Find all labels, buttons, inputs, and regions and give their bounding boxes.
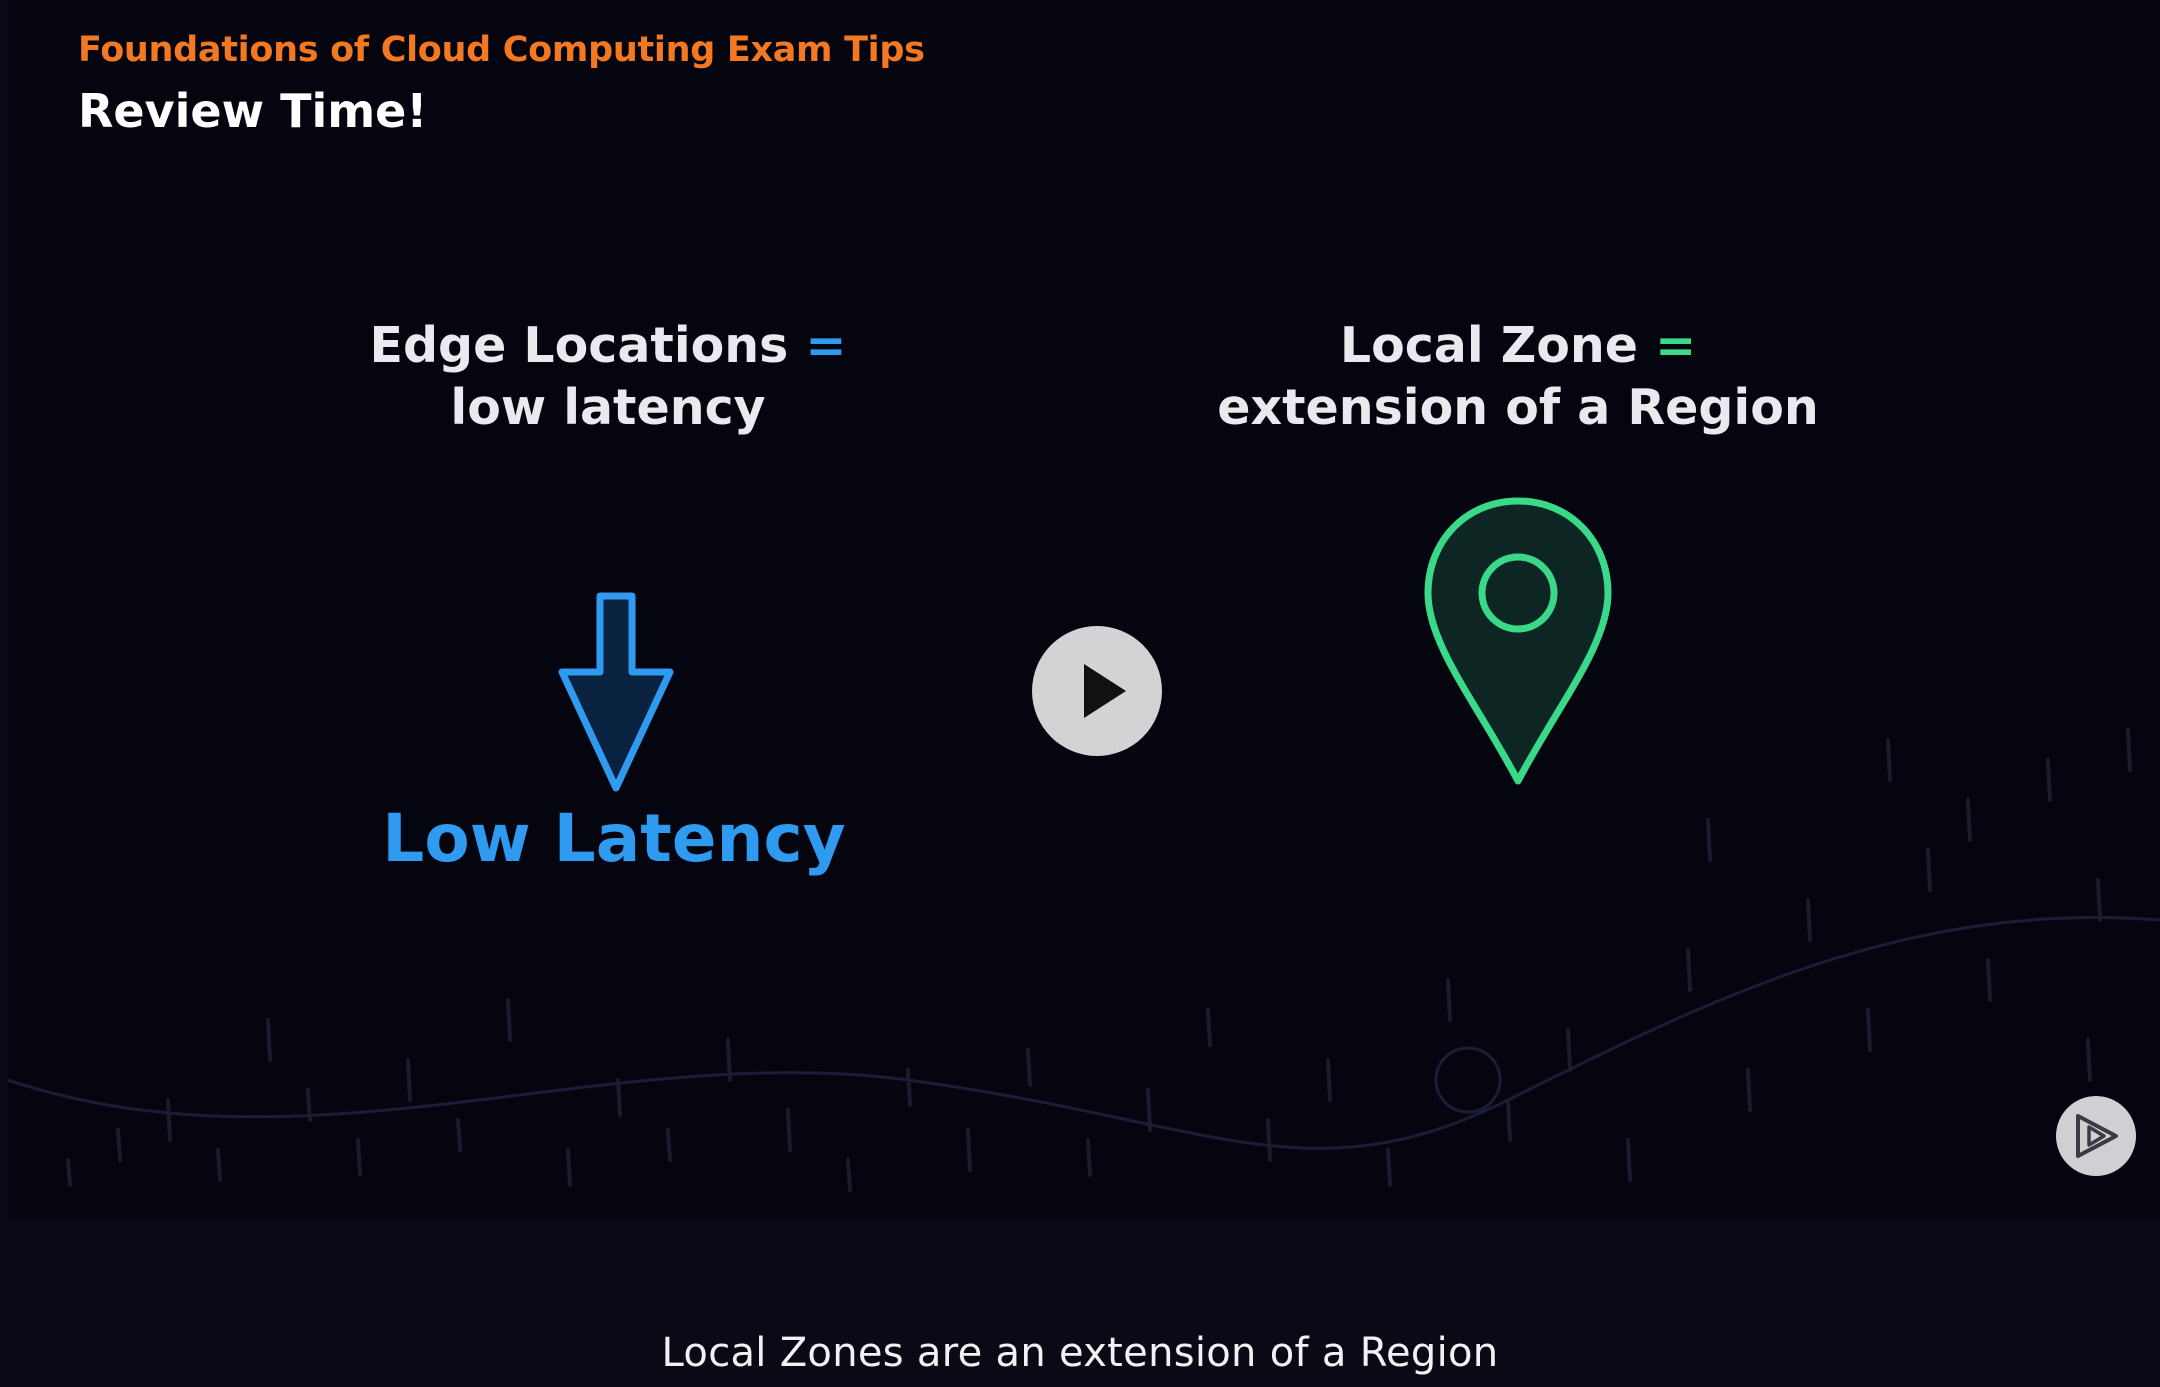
next-clip-icon — [2076, 1114, 2118, 1158]
next-clip-button[interactable] — [2056, 1096, 2136, 1176]
background-texture — [8, 728, 2160, 1192]
local-zone-term: Local Zone — [1339, 317, 1639, 374]
local-zone-definition: extension of a Region — [1217, 379, 1819, 436]
play-icon — [1084, 664, 1126, 718]
course-title: Foundations of Cloud Computing Exam Tips — [78, 30, 925, 70]
edge-locations-heading: Edge Locations = low latency — [308, 315, 908, 439]
map-pin-icon — [1424, 497, 1612, 785]
down-arrow-icon — [558, 592, 674, 792]
low-latency-label: Low Latency — [382, 800, 846, 877]
equals-sign: = — [1655, 317, 1697, 374]
play-button[interactable] — [1032, 626, 1162, 756]
edge-locations-definition: low latency — [450, 379, 766, 436]
slide-title: Review Time! — [78, 84, 428, 138]
video-player: Foundations of Cloud Computing Exam Tips… — [0, 0, 2160, 1387]
video-frame[interactable]: Foundations of Cloud Computing Exam Tips… — [8, 0, 2160, 1220]
edge-locations-term: Edge Locations — [369, 317, 789, 374]
equals-sign: = — [805, 317, 847, 374]
local-zone-heading: Local Zone = extension of a Region — [1168, 315, 1868, 439]
closed-caption: Local Zones are an extension of a Region — [661, 1330, 1499, 1376]
